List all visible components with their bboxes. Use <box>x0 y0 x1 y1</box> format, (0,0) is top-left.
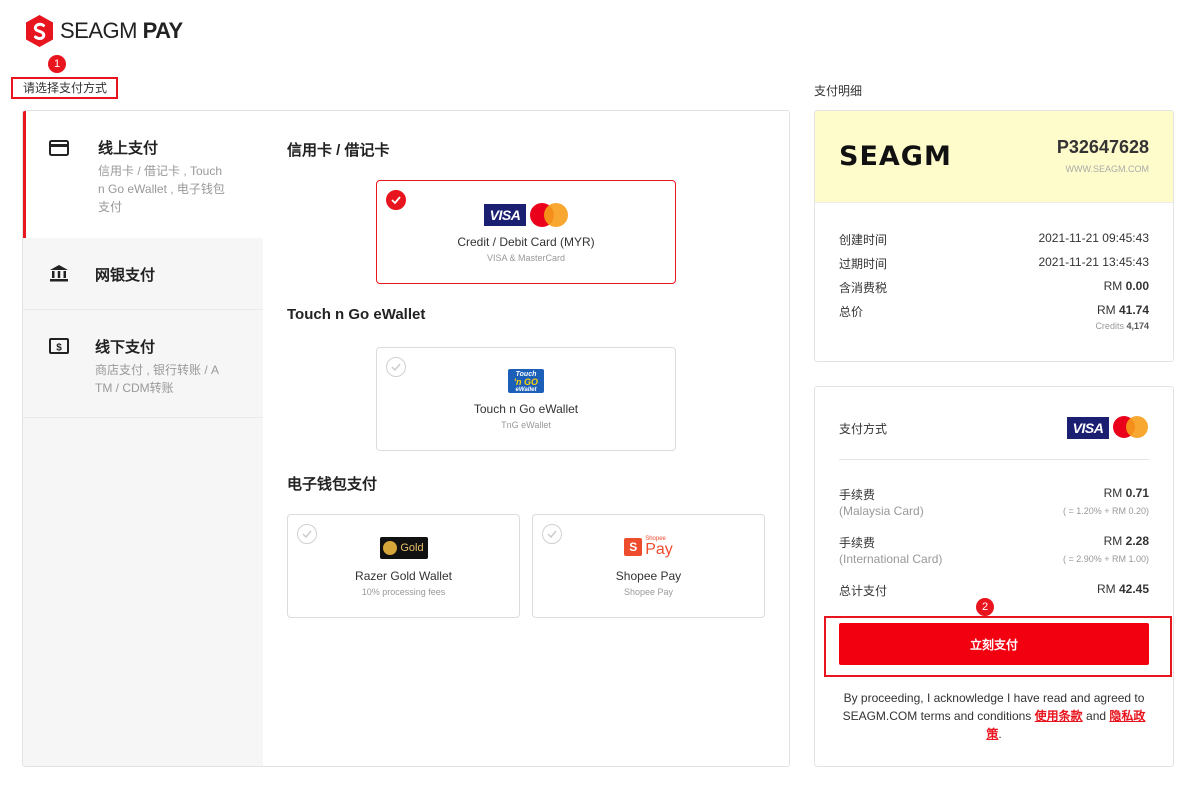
divider <box>839 459 1149 460</box>
seagm-pay-logo[interactable]: SEAGM PAY <box>24 14 183 48</box>
shopee-option-name: Shopee Pay <box>615 569 682 583</box>
terms-link[interactable]: 使用条款 <box>1035 709 1083 723</box>
tng-logo: Touch 'n GO eWallet <box>377 369 675 393</box>
merchant-logo: SEAGM <box>839 141 952 172</box>
shopee-pay-logo: S Shopee Pay <box>533 536 764 558</box>
razer-option-sub: 10% processing fees <box>361 587 446 597</box>
nav-item-offline-payment[interactable]: $ 线下支付 商店支付 , 银行转账 / ATM / CDM转账 <box>23 310 263 418</box>
payment-details-heading: 支付明细 <box>814 84 863 98</box>
payment-option-shopee-pay[interactable]: S Shopee Pay Shopee Pay Shopee Pay <box>532 514 765 618</box>
visa-logo: VISA <box>484 204 526 226</box>
razer-gold-logo: Gold <box>288 537 519 559</box>
expire-time-row: 过期时间 2021-11-21 13:45:43 <box>839 255 1149 271</box>
shopee-option-sub: Shopee Pay <box>623 587 674 597</box>
group-title-ewallet: 电子钱包支付 <box>287 476 378 493</box>
nav-offline-title: 线下支付 <box>95 339 156 356</box>
razer-option-name: Razer Gold Wallet <box>355 569 452 583</box>
mastercard-logo <box>530 203 568 227</box>
payment-option-credit-card[interactable]: VISA Credit / Debit Card (MYR) VISA & Ma… <box>376 180 676 284</box>
nav-offline-desc: 商店支付 , 银行转账 / ATM / CDM转账 <box>95 363 220 395</box>
card-option-sub: VISA & MasterCard <box>486 253 566 263</box>
card-option-name: Credit / Debit Card (MYR) <box>457 235 595 249</box>
nav-bank-title: 网银支付 <box>95 267 156 284</box>
visa-logo: VISA <box>1067 417 1109 439</box>
fee-international-row: 手续费 RM 2.28 <box>839 534 1149 550</box>
merchant-site: WWW.SEAGM.COM <box>1065 164 1150 174</box>
nav-item-online-payment[interactable]: 线上支付 信用卡 / 借记卡 , Touch n Go eWallet , 电子… <box>23 111 263 238</box>
terms-text: By proceeding, I acknowledge I have read… <box>842 691 1146 741</box>
tax-row: 含消费税 RM 0.00 <box>839 279 1149 295</box>
nav-online-title: 线上支付 <box>98 140 159 157</box>
payment-option-tng-ewallet[interactable]: Touch 'n GO eWallet Touch n Go eWallet T… <box>376 347 676 451</box>
order-header: SEAGM P32647628 WWW.SEAGM.COM <box>815 111 1173 203</box>
tng-option-name: Touch n Go eWallet <box>473 402 579 416</box>
fee-malaysia-sub-row: (Malaysia Card)( = 1.20% + RM 0.20) <box>839 504 1149 518</box>
mastercard-logo <box>1113 416 1149 440</box>
choose-payment-method-heading: 请选择支付方式 <box>11 77 118 99</box>
fee-international-sub-row: (International Card)( = 2.90% + RM 1.00) <box>839 552 1149 566</box>
order-summary-card: SEAGM P32647628 WWW.SEAGM.COM 创建时间 2021-1… <box>814 110 1174 362</box>
step-badge-1: 1 <box>48 55 66 73</box>
nav-online-desc: 信用卡 / 借记卡 , Touch n Go eWallet , 电子钱包支付 <box>98 164 225 214</box>
logo-text: SEAGM PAY <box>60 18 183 43</box>
payment-method-panel: 线上支付 信用卡 / 借记卡 , Touch n Go eWallet , 电子… <box>22 110 790 767</box>
bank-icon <box>50 265 68 282</box>
group-title-cards: 信用卡 / 借记卡 <box>287 142 390 159</box>
group-title-tng: Touch n Go eWallet <box>287 306 426 323</box>
grand-total-row: 总计支付 RM 42.45 <box>839 582 1149 598</box>
order-number: P32647628 <box>1056 137 1149 157</box>
selected-method-logo: VISA <box>1067 416 1149 440</box>
fee-malaysia-row: 手续费 RM 0.71 <box>839 486 1149 502</box>
nav-item-bank-payment[interactable]: 网银支付 <box>23 238 263 310</box>
tng-option-sub: TnG eWallet <box>501 420 551 430</box>
svg-text:$: $ <box>56 343 62 354</box>
payment-method-row: 支付方式 VISA <box>839 416 1149 440</box>
payment-option-razer-gold[interactable]: Gold Razer Gold Wallet 10% processing fe… <box>287 514 520 618</box>
credits-row: Credits 4,174 <box>1095 321 1149 331</box>
visa-mastercard-logo: VISA <box>377 203 675 227</box>
total-price-row: 总价 RM 41.74 <box>839 303 1149 319</box>
seagm-logo-icon <box>26 15 53 47</box>
payment-options-content: 信用卡 / 借记卡 VISA Credit / Debit Card (MYR)… <box>263 111 789 766</box>
credit-card-icon <box>49 140 69 156</box>
payment-summary-card: 支付方式 VISA 手续费 RM 0.71 (Malaysia Card)( = … <box>814 386 1174 767</box>
pay-now-button[interactable]: 立刻支付 <box>839 623 1149 665</box>
payment-category-nav: 线上支付 信用卡 / 借记卡 , Touch n Go eWallet , 电子… <box>23 111 263 766</box>
step-badge-2: 2 <box>976 598 994 616</box>
cash-icon: $ <box>49 338 69 354</box>
created-time-row: 创建时间 2021-11-21 09:45:43 <box>839 231 1149 247</box>
